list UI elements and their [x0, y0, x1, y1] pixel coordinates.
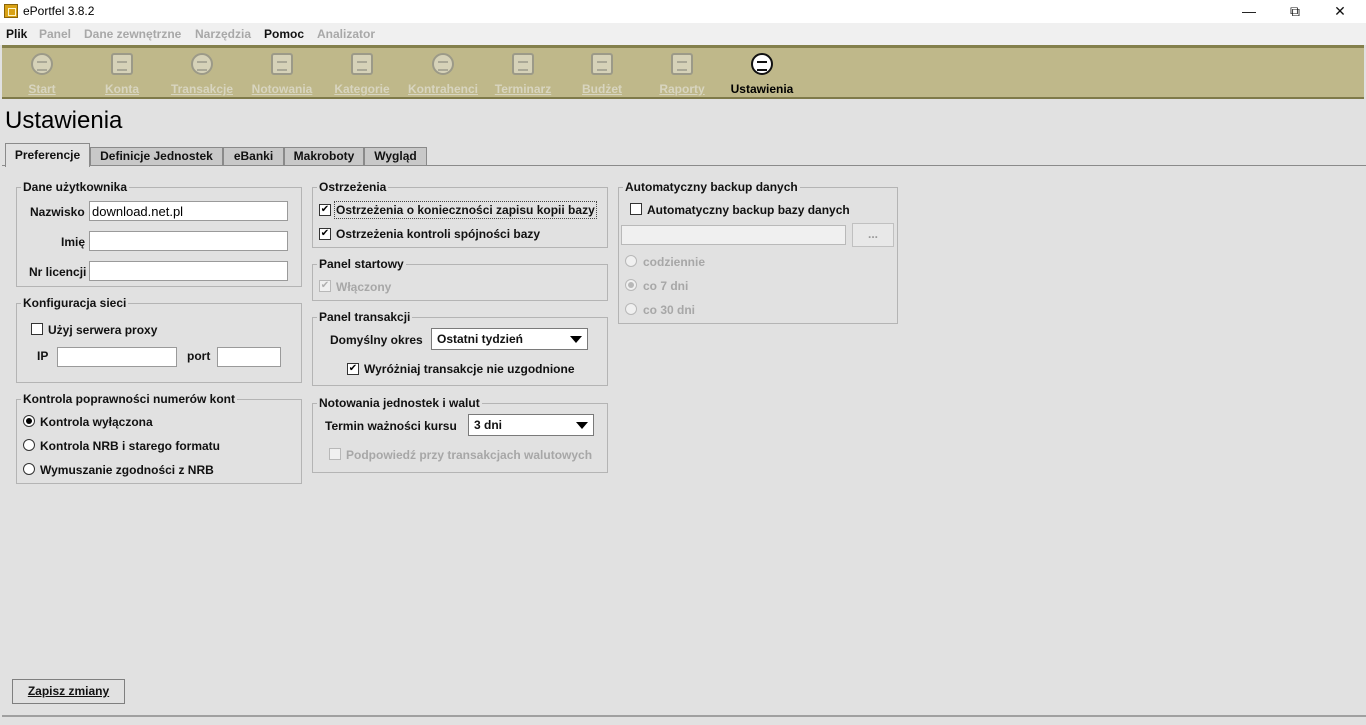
- radio-codziennie[interactable]: [625, 255, 637, 267]
- proxy-checkbox[interactable]: [31, 323, 43, 335]
- nazwisko-field[interactable]: [89, 201, 288, 221]
- page-title: Ustawienia: [5, 107, 123, 134]
- quotes-icon: [271, 53, 293, 75]
- toolbar-transakcje[interactable]: Transakcje: [162, 51, 242, 99]
- radio-co-7-dni[interactable]: [625, 279, 637, 291]
- budget-icon: [591, 53, 613, 75]
- radio-wymuszanie-nrb[interactable]: [23, 463, 35, 475]
- toolbar-kontrahenci[interactable]: Kontrahenci: [403, 51, 483, 99]
- transactions-icon: [191, 53, 213, 75]
- group-title: Notowania jednostek i walut: [317, 396, 482, 410]
- port-field[interactable]: [217, 347, 281, 367]
- accounts-icon: [111, 53, 133, 75]
- option-label: Kontrola wyłączona: [40, 415, 153, 429]
- home-icon: [31, 53, 53, 75]
- proxy-label: Użyj serwera proxy: [48, 323, 158, 337]
- app-logo-icon: [4, 4, 18, 18]
- imie-field[interactable]: [89, 231, 288, 251]
- network-group: Konfiguracja sieci: [16, 296, 302, 383]
- nazwisko-label: Nazwisko: [30, 205, 85, 219]
- period-label: Domyślny okres: [330, 333, 423, 347]
- frequency-label: co 7 dni: [643, 279, 689, 293]
- consistency-warning-label: Ostrzeżenia kontroli spójności bazy: [336, 227, 541, 241]
- toolbar-terminarz[interactable]: Terminarz: [483, 51, 563, 99]
- auto-backup-label: Automatyczny backup bazy danych: [647, 203, 850, 217]
- menu-dane-zewnetrzne[interactable]: Dane zewnętrzne: [84, 27, 181, 41]
- categories-icon: [351, 53, 373, 75]
- imie-label: Imię: [61, 235, 86, 249]
- toolbar-notowania[interactable]: Notowania: [242, 51, 322, 99]
- suggest-checkbox[interactable]: [329, 448, 341, 460]
- close-button[interactable]: ✕: [1317, 0, 1363, 23]
- menu-pomoc[interactable]: Pomoc: [264, 27, 304, 41]
- auto-backup-checkbox[interactable]: [630, 203, 642, 215]
- group-title: Ostrzeżenia: [317, 180, 389, 194]
- calendar-icon: [512, 53, 534, 75]
- radio-co-30-dni[interactable]: [625, 303, 637, 315]
- menu-plik[interactable]: Plik: [6, 27, 27, 41]
- title-bar: ePortfel 3.8.2 — ⧉ ✕: [0, 0, 1366, 23]
- start-panel-checkbox[interactable]: ✔: [319, 280, 331, 292]
- settings-list-icon: [751, 53, 773, 75]
- suggest-label: Podpowiedź przy transakcjach walutowych: [346, 448, 593, 462]
- menu-bar: Plik Panel Dane zewnętrzne Narzędzia Pom…: [0, 23, 1366, 45]
- minimize-button[interactable]: —: [1226, 0, 1272, 23]
- radio-kontrola-wylaczona[interactable]: [23, 415, 35, 427]
- option-label: Wymuszanie zgodności z NRB: [40, 463, 214, 477]
- frequency-label: co 30 dni: [643, 303, 696, 317]
- period-dropdown[interactable]: Ostatni tydzień: [431, 328, 588, 350]
- tab-ebanki[interactable]: eBanki: [223, 147, 284, 166]
- backup-path-field[interactable]: [621, 225, 846, 245]
- tab-makroboty[interactable]: Makroboty: [284, 147, 364, 166]
- start-panel-enabled-label: Włączony: [336, 280, 392, 294]
- validity-value: 3 dni: [474, 418, 503, 432]
- toolbar-kategorie[interactable]: Kategorie: [322, 51, 402, 99]
- highlight-checkbox[interactable]: ✔: [347, 363, 359, 375]
- window-title: ePortfel 3.8.2: [23, 4, 95, 18]
- port-label: port: [187, 349, 211, 363]
- tab-preferencje[interactable]: Preferencje: [5, 143, 90, 167]
- chevron-down-icon: [570, 336, 582, 343]
- menu-narzedzia[interactable]: Narzędzia: [195, 27, 251, 41]
- group-title: Panel startowy: [317, 257, 406, 271]
- chevron-down-icon: [576, 422, 588, 429]
- main-toolbar: Start Konta Transakcje Notowania Kategor…: [2, 45, 1364, 99]
- toolbar-start[interactable]: Start: [2, 51, 82, 99]
- tab-wyglad[interactable]: Wygląd: [364, 147, 427, 166]
- toolbar-ustawienia[interactable]: Ustawienia: [722, 51, 802, 99]
- highlight-label: Wyróżniaj transakcje nie uzgodnione: [364, 362, 575, 376]
- option-label: Kontrola NRB i starego formatu: [40, 439, 221, 453]
- group-title: Konfiguracja sieci: [21, 296, 129, 310]
- radio-kontrola-nrb[interactable]: [23, 439, 35, 451]
- menu-analizator[interactable]: Analizator: [317, 27, 375, 41]
- browse-button[interactable]: ...: [852, 223, 894, 247]
- toolbar-raporty[interactable]: Raporty: [642, 51, 722, 99]
- reports-icon: [671, 53, 693, 75]
- consistency-warning-checkbox[interactable]: ✔: [319, 228, 331, 240]
- licencja-field[interactable]: [89, 261, 288, 281]
- frequency-label: codziennie: [643, 255, 706, 269]
- group-title: Automatyczny backup danych: [623, 180, 800, 194]
- toolbar-budzet[interactable]: Budżet: [562, 51, 642, 99]
- restore-button[interactable]: ⧉: [1272, 0, 1318, 23]
- tab-definicje-jednostek[interactable]: Definicje Jednostek: [90, 147, 223, 166]
- ip-field[interactable]: [57, 347, 177, 367]
- contractors-icon: [432, 53, 454, 75]
- group-title: Dane użytkownika: [21, 180, 130, 194]
- licencja-label: Nr licencji: [29, 265, 87, 279]
- toolbar-konta[interactable]: Konta: [82, 51, 162, 99]
- menu-panel[interactable]: Panel: [39, 27, 71, 41]
- backup-warning-label: Ostrzeżenia o konieczności zapisu kopii …: [334, 201, 597, 219]
- group-title: Kontrola poprawności numerów kont: [21, 392, 238, 406]
- validity-dropdown[interactable]: 3 dni: [468, 414, 594, 436]
- backup-warning-checkbox[interactable]: ✔: [319, 204, 331, 216]
- save-button[interactable]: Zapisz zmiany: [12, 679, 125, 704]
- validity-label: Termin ważności kursu: [325, 419, 457, 433]
- ip-label: IP: [37, 349, 49, 363]
- period-value: Ostatni tydzień: [437, 332, 524, 346]
- group-title: Panel transakcji: [317, 310, 413, 324]
